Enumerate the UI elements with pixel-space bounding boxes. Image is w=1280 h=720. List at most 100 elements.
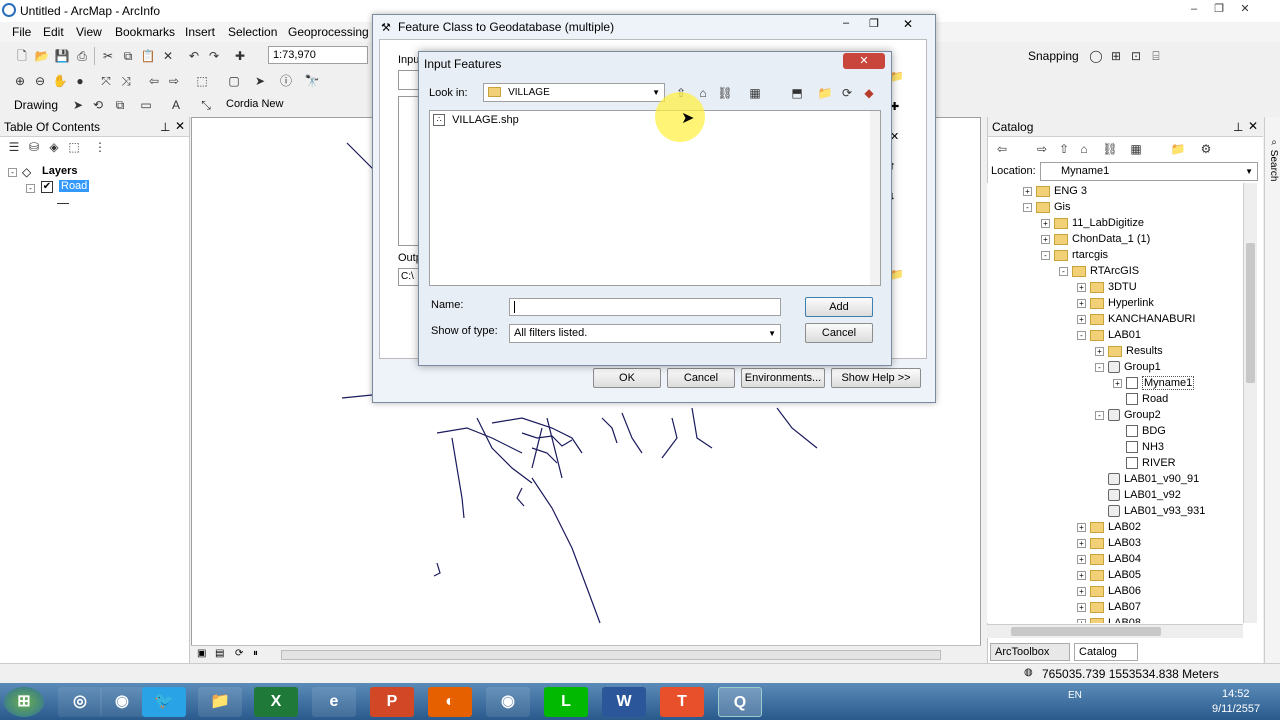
catalog-tree-item[interactable]: + Myname1: [1113, 376, 1195, 393]
collapse-icon[interactable]: -: [1095, 410, 1104, 420]
catalog-tree-item[interactable]: + LAB07: [1077, 601, 1141, 617]
catalog-tree-item[interactable]: + KANCHANABURI: [1077, 313, 1195, 329]
language-indicator[interactable]: EN: [1068, 690, 1082, 701]
catalog-connect-icon[interactable]: ⛓: [1102, 141, 1118, 157]
select-arrow-icon[interactable]: ➤: [70, 97, 86, 113]
expand-icon[interactable]: +: [1023, 186, 1032, 196]
snapping-menu[interactable]: Snapping: [1028, 49, 1079, 63]
collapse-icon[interactable]: -: [1023, 202, 1032, 212]
fixed-zoom-in-icon[interactable]: ⤧: [98, 73, 114, 89]
catalog-tree-item[interactable]: - Group1: [1095, 361, 1161, 377]
catalog-options-icon[interactable]: ⚙: [1198, 141, 1214, 157]
collapse-icon[interactable]: -: [1077, 330, 1086, 340]
menu-insert[interactable]: Insert: [185, 25, 215, 39]
expand-icon[interactable]: +: [1077, 314, 1086, 324]
catalog-tree[interactable]: + ENG 3- Gis +11_LabDigitize + ChonData_1 (1)…: [987, 183, 1243, 623]
catalog-tree-item[interactable]: - RTArcGIS: [1059, 265, 1139, 281]
catalog-vertical-scrollbar[interactable]: [1243, 183, 1257, 623]
browse-icon[interactable]: 📁: [890, 70, 904, 83]
file-list[interactable]: ∴ VILLAGE.shp: [429, 110, 881, 286]
drawing-menu[interactable]: Drawing: [14, 98, 58, 112]
expand-icon[interactable]: +: [1041, 218, 1050, 228]
word-icon[interactable]: W: [602, 687, 646, 717]
catalog-tree-item[interactable]: + ENG 3: [1023, 185, 1087, 201]
expand-icon[interactable]: +: [1077, 554, 1086, 564]
catalog-tree-item[interactable]: LAB01_v92: [1095, 489, 1181, 505]
outer-close-icon[interactable]: ✕: [903, 17, 913, 31]
paste-icon[interactable]: 📋: [140, 48, 156, 64]
catalog-tree-item[interactable]: + LAB06: [1077, 585, 1141, 601]
start-button[interactable]: ⊞: [4, 687, 44, 717]
list-by-visibility-icon[interactable]: ◈: [46, 139, 62, 155]
outer-minimize-icon[interactable]: –: [843, 17, 849, 29]
full-extent-icon[interactable]: ●: [72, 73, 88, 89]
arcmap-taskbar-icon[interactable]: Q: [718, 687, 762, 717]
refresh-icon[interactable]: ⟳: [235, 648, 243, 659]
list-by-drawing-order-icon[interactable]: ☰: [6, 139, 22, 155]
outer-maximize-icon[interactable]: ❐: [869, 17, 879, 30]
expand-icon[interactable]: +: [1077, 282, 1086, 292]
options-icon[interactable]: ⋮: [92, 139, 108, 155]
catalog-tree-item[interactable]: Road: [1113, 393, 1168, 409]
catalog-tree-item[interactable]: + LAB05: [1077, 569, 1141, 585]
inner-close-button[interactable]: ✕: [843, 53, 885, 69]
file-list-scrollbar[interactable]: [870, 111, 880, 285]
pan-icon[interactable]: ✋: [52, 73, 68, 89]
powerpoint-icon[interactable]: P: [370, 687, 414, 717]
layer-road[interactable]: Road: [59, 180, 90, 192]
select-elements-icon[interactable]: ➤: [252, 73, 268, 89]
scroll-thumb[interactable]: [1246, 243, 1255, 383]
internet-explorer-icon[interactable]: e: [312, 687, 356, 717]
chrome-icon[interactable]: ◉: [486, 687, 530, 717]
collapse-icon[interactable]: -: [1095, 362, 1104, 372]
print-icon[interactable]: ⎙: [74, 48, 90, 64]
expand-icon[interactable]: +: [1077, 538, 1086, 548]
catalog-tree-item[interactable]: + LAB08: [1077, 617, 1141, 623]
catalog-tree-item[interactable]: LAB01_v90_91: [1095, 473, 1199, 489]
app-t-icon[interactable]: T: [660, 687, 704, 717]
scroll-thumb[interactable]: [1011, 627, 1161, 636]
end-snap-icon[interactable]: ⊞: [1108, 48, 1124, 64]
maximize-icon[interactable]: ❐: [1208, 1, 1230, 17]
explorer-icon[interactable]: 📁: [198, 687, 242, 717]
rotate-icon[interactable]: ⟲: [90, 97, 106, 113]
menu-selection[interactable]: Selection: [228, 25, 277, 39]
view-options-icon[interactable]: ▦: [747, 85, 763, 101]
menu-bookmarks[interactable]: Bookmarks: [115, 25, 175, 39]
fixed-zoom-out-icon[interactable]: ⤨: [118, 73, 134, 89]
expand-icon[interactable]: +: [1077, 570, 1086, 580]
catalog-forward-icon[interactable]: ⇨: [1034, 141, 1050, 157]
expand-icon[interactable]: +: [1113, 378, 1122, 388]
road-collapse-icon[interactable]: -: [26, 184, 35, 193]
type-dropdown[interactable]: All filters listed. ▼: [509, 324, 781, 343]
collapse-icon[interactable]: -: [1059, 266, 1068, 276]
edge-snap-icon[interactable]: ⌸: [1148, 48, 1164, 64]
name-input[interactable]: [509, 298, 781, 316]
horizontal-scrollbar[interactable]: [281, 650, 941, 660]
layers-collapse-icon[interactable]: -: [8, 168, 17, 177]
catalog-tree-item[interactable]: LAB01_v93_931: [1095, 505, 1205, 521]
menu-view[interactable]: View: [76, 25, 102, 39]
delete-icon[interactable]: ✕: [160, 48, 176, 64]
line-icon[interactable]: L: [544, 687, 588, 717]
catalog-tree-item[interactable]: +11_LabDigitize: [1041, 217, 1144, 233]
inner-cancel-button[interactable]: Cancel: [805, 323, 873, 343]
search-side-tab[interactable]: ⌕ Search: [1264, 117, 1280, 663]
edit-vertices-icon[interactable]: ⤡: [198, 97, 214, 113]
catalog-up-icon[interactable]: ⇧: [1056, 141, 1072, 157]
catalog-home-icon[interactable]: ⌂: [1076, 141, 1092, 157]
identify-icon[interactable]: ⓘ: [278, 73, 294, 89]
catalog-tree-item[interactable]: + Results: [1095, 345, 1163, 361]
taskbar-camera-icon[interactable]: ◉: [100, 687, 144, 717]
expand-icon[interactable]: +: [1077, 602, 1086, 612]
zoom-in-icon[interactable]: ⊕: [12, 73, 28, 89]
vertex-snap-icon[interactable]: ⊡: [1128, 48, 1144, 64]
refresh-icon[interactable]: ⟳: [839, 85, 855, 101]
select-features-icon[interactable]: ⬚: [194, 73, 210, 89]
catalog-tree-item[interactable]: - rtarcgis: [1041, 249, 1108, 265]
folder-open-icon[interactable]: 📁: [817, 85, 833, 101]
catalog-tree-item[interactable]: - Gis: [1023, 201, 1071, 217]
output-browse-icon[interactable]: 📁: [890, 268, 904, 281]
catalog-back-icon[interactable]: ⇦: [994, 141, 1010, 157]
point-snap-icon[interactable]: ◯: [1088, 48, 1104, 64]
